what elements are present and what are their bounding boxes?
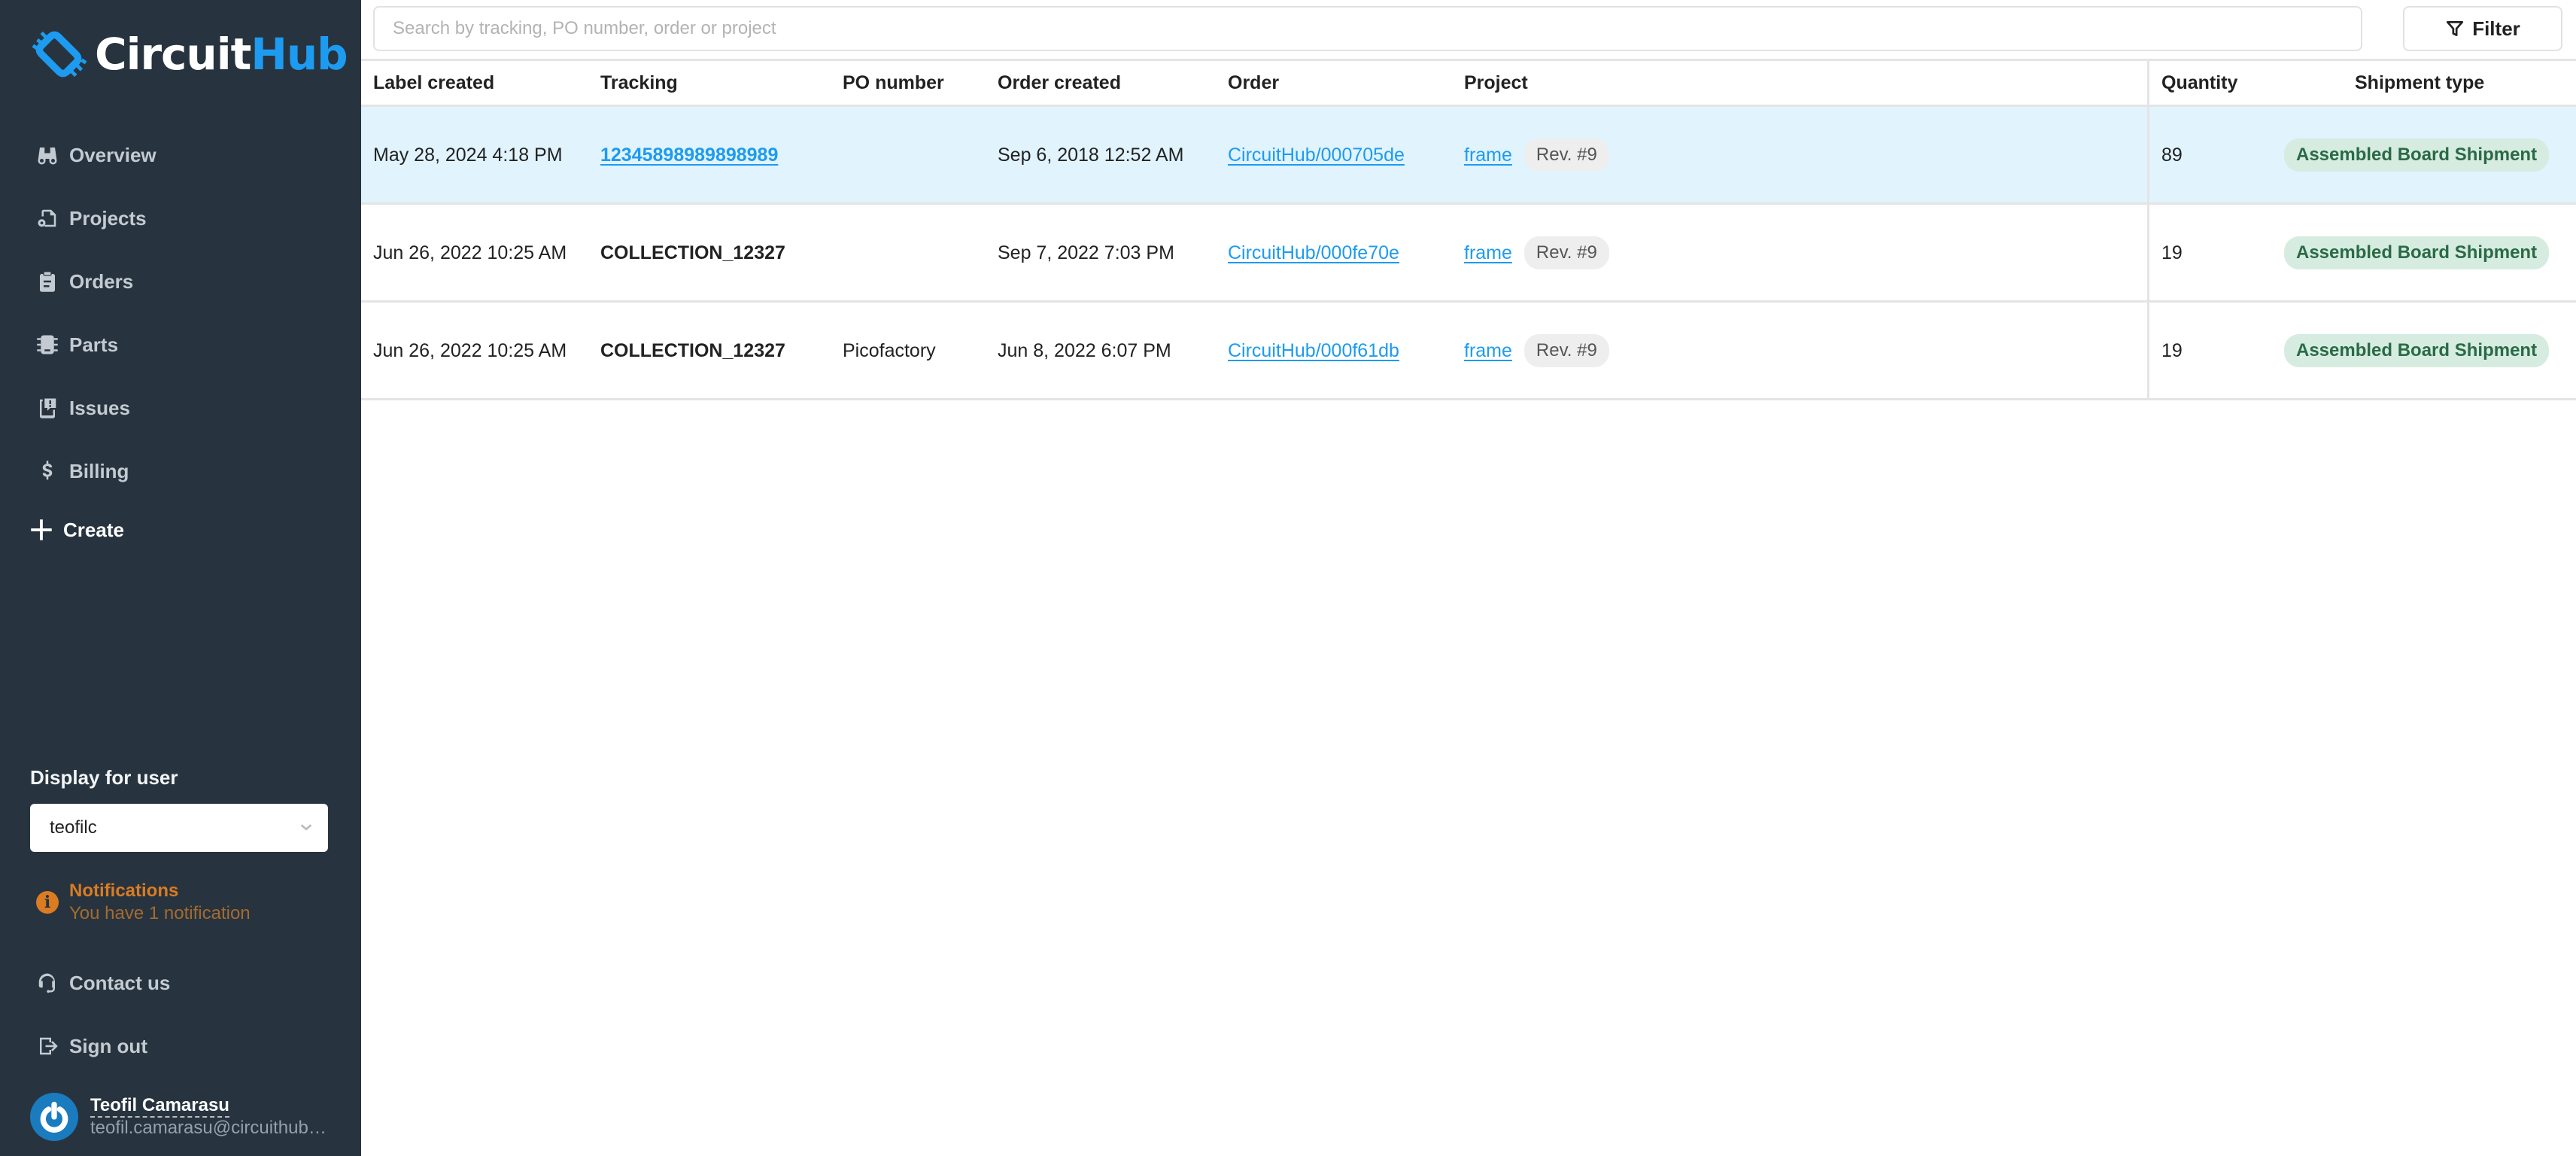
column-po-number[interactable]: PO number [843, 61, 944, 105]
revision-badge: Rev. #9 [1523, 333, 1609, 367]
project-cell: frame Rev. #9 [1464, 303, 1609, 398]
tracking-cell: COLLECTION_12327 [600, 339, 785, 361]
circuithub-logo[interactable]: CircuitHub [30, 24, 348, 84]
order-created-cell: Jun 8, 2022 6:07 PM [998, 339, 1171, 361]
quantity-cell: 19 [2161, 339, 2183, 361]
sidebar-item-label: Projects [69, 206, 147, 230]
brand-name: CircuitHub [95, 29, 348, 80]
project-link[interactable]: frame [1464, 239, 1512, 266]
table-row[interactable]: Jun 26, 2022 10:25 AM COLLECTION_12327 S… [361, 205, 2576, 303]
binoculars-icon [36, 144, 59, 166]
user-email: teofil.camarasu@circuithub.com [90, 1118, 331, 1138]
column-project[interactable]: Project [1464, 61, 1528, 105]
column-quantity[interactable]: Quantity [2161, 61, 2237, 105]
headset-icon [36, 972, 59, 994]
issue-icon [36, 397, 59, 419]
display-for-user-label: Display for user [30, 766, 178, 789]
label-created-cell: Jun 26, 2022 10:25 AM [373, 242, 567, 263]
chip-icon [36, 333, 59, 356]
column-order-created[interactable]: Order created [998, 61, 1121, 105]
table-row[interactable]: May 28, 2024 4:18 PM 12345898989898989 S… [361, 107, 2576, 205]
quantity-cell: 89 [2161, 144, 2183, 166]
info-icon: i [36, 891, 59, 914]
shipment-type-badge: Assembled Board Shipment [2284, 333, 2550, 367]
tracking-cell: 12345898989898989 [600, 107, 778, 202]
selected-user: teofilc [50, 817, 97, 838]
sidebar-item-orders[interactable]: Orders [36, 259, 133, 304]
tracking-link[interactable]: 12345898989898989 [600, 141, 778, 169]
filter-button[interactable]: Filter [2403, 6, 2562, 51]
user-name[interactable]: Teofil Camarasu [90, 1095, 229, 1118]
plus-icon [30, 519, 53, 541]
order-link[interactable]: CircuitHub/000705de [1228, 141, 1405, 169]
sidebar-item-label: Billing [69, 459, 129, 482]
create-label: Create [63, 518, 124, 541]
chip-logo-icon [32, 31, 87, 78]
sign-out-link[interactable]: Sign out [36, 1024, 147, 1069]
shipment-type-badge: Assembled Board Shipment [2284, 236, 2550, 269]
revision-badge: Rev. #9 [1523, 236, 1609, 269]
shipment-type-cell: Assembled Board Shipment [2284, 303, 2550, 398]
sidebar-item-parts[interactable]: Parts [36, 322, 118, 367]
quantity-cell: 19 [2161, 242, 2183, 263]
sidebar: CircuitHub Overview Projects Orders Part… [0, 0, 361, 1156]
notifications[interactable]: i Notifications You have 1 notification [36, 881, 251, 924]
search-input[interactable] [373, 6, 2362, 51]
column-order[interactable]: Order [1228, 61, 1279, 105]
project-cell: frame Rev. #9 [1464, 205, 1609, 300]
table-row[interactable]: Jun 26, 2022 10:25 AM COLLECTION_12327 P… [361, 303, 2576, 400]
order-cell: CircuitHub/000fe70e [1228, 205, 1399, 300]
project-gear-icon [36, 207, 59, 230]
notifications-title: Notifications [69, 881, 179, 901]
shipment-type-cell: Assembled Board Shipment [2284, 107, 2550, 202]
order-created-cell: Sep 7, 2022 7:03 PM [998, 242, 1174, 263]
user-select[interactable]: teofilc [30, 804, 328, 852]
column-label-created[interactable]: Label created [373, 61, 494, 105]
order-link[interactable]: CircuitHub/000f61db [1228, 337, 1399, 364]
sidebar-item-label: Overview [69, 143, 156, 166]
avatar [30, 1093, 78, 1141]
column-tracking[interactable]: Tracking [600, 61, 678, 105]
shipment-type-cell: Assembled Board Shipment [2284, 205, 2550, 300]
po-number-cell: Picofactory [843, 339, 936, 361]
sidebar-item-overview[interactable]: Overview [36, 132, 156, 178]
project-cell: frame Rev. #9 [1464, 107, 1609, 202]
column-divider [2147, 59, 2149, 400]
order-link[interactable]: CircuitHub/000fe70e [1228, 239, 1399, 266]
notifications-message: You have 1 notification [69, 903, 251, 923]
label-created-cell: May 28, 2024 4:18 PM [373, 144, 563, 166]
contact-us-link[interactable]: Contact us [36, 960, 170, 1005]
chevron-down-icon [300, 824, 312, 831]
sidebar-item-label: Issues [69, 396, 130, 419]
shipment-type-badge: Assembled Board Shipment [2284, 138, 2550, 172]
revision-badge: Rev. #9 [1523, 138, 1609, 172]
order-created-cell: Sep 6, 2018 12:52 AM [998, 144, 1184, 166]
tracking-cell: COLLECTION_12327 [600, 242, 785, 263]
sidebar-item-projects[interactable]: Projects [36, 196, 147, 241]
table-header: Label created Tracking PO number Order c… [361, 59, 2576, 107]
sign-out-label: Sign out [69, 1034, 147, 1057]
contact-us-label: Contact us [69, 971, 171, 994]
sidebar-item-billing[interactable]: Billing [36, 449, 129, 494]
project-link[interactable]: frame [1464, 337, 1512, 364]
create-button[interactable]: Create [30, 507, 124, 552]
dollar-icon [36, 460, 59, 482]
sidebar-item-label: Parts [69, 333, 119, 356]
project-link[interactable]: frame [1464, 141, 1512, 169]
funnel-icon [2447, 20, 2464, 37]
label-created-cell: Jun 26, 2022 10:25 AM [373, 339, 567, 361]
sidebar-item-label: Orders [69, 269, 134, 293]
power-avatar-icon [40, 1101, 68, 1133]
order-cell: CircuitHub/000f61db [1228, 303, 1399, 398]
clipboard-icon [36, 270, 59, 293]
user-card[interactable]: Teofil Camarasu teofil.camarasu@circuith… [30, 1093, 331, 1141]
filter-label: Filter [2472, 17, 2520, 40]
main-content: Filter Label created Tracking PO number … [361, 0, 2576, 1156]
sign-out-icon [36, 1035, 59, 1057]
order-cell: CircuitHub/000705de [1228, 107, 1405, 202]
sidebar-item-issues[interactable]: Issues [36, 385, 130, 430]
column-shipment-type[interactable]: Shipment type [2355, 61, 2484, 105]
